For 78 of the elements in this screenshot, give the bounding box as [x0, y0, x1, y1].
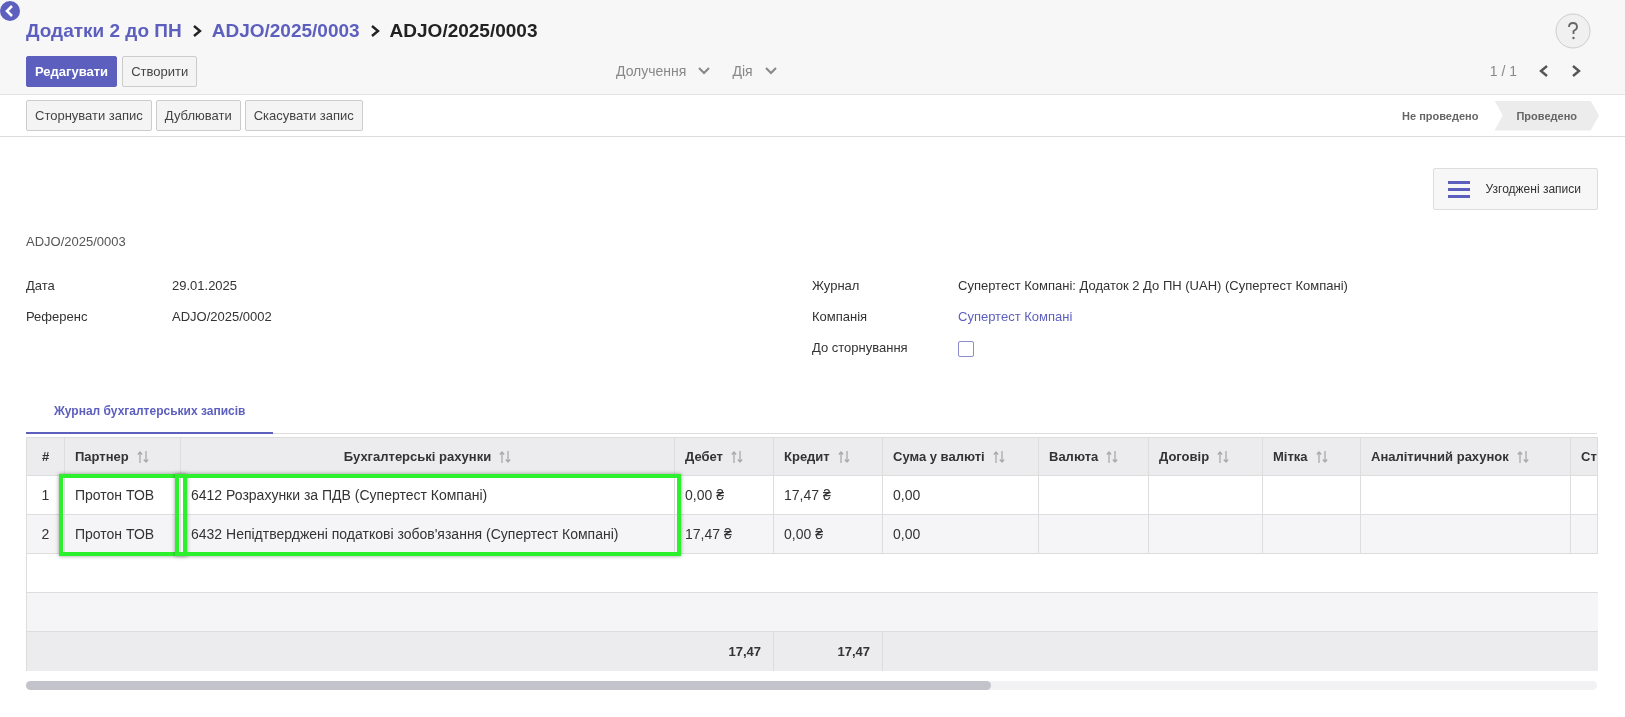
sort-icon[interactable]: [730, 449, 743, 464]
action-button[interactable]: Сторнувати запис: [26, 100, 152, 131]
horizontal-scrollbar[interactable]: [26, 681, 1597, 690]
table-cell: 0,00 ₴: [675, 476, 774, 515]
column-header[interactable]: Аналітичний рахунок: [1361, 437, 1571, 476]
field-label: До сторнування: [812, 339, 909, 357]
column-title: Дебет: [685, 449, 723, 464]
sort-icon[interactable]: [1315, 449, 1328, 464]
column-header[interactable]: Кредит: [774, 437, 883, 476]
edit-button[interactable]: Редагувати: [26, 55, 118, 87]
action-button[interactable]: Дублювати: [155, 100, 241, 131]
pager-text: 1 / 1: [1489, 63, 1517, 79]
chevron-right-icon[interactable]: [1571, 65, 1581, 77]
back-icon[interactable]: [0, 1, 20, 21]
table-cell: 0,00: [883, 515, 1039, 554]
chevron-right-icon: [191, 25, 202, 37]
field-value: Супертест Компані: Додаток 2 До ПН (UAH) (Супертест Компані): [958, 277, 1349, 295]
total-cell: 17,47: [774, 632, 883, 671]
sort-icon[interactable]: [1516, 449, 1529, 464]
create-button[interactable]: Створити: [122, 55, 198, 87]
sort-icon[interactable]: [136, 449, 149, 464]
field-value: 29.01.2025: [172, 277, 239, 295]
caret-icon: [698, 67, 711, 75]
column-header[interactable]: Договір: [1149, 437, 1263, 476]
field-label: Журнал: [812, 277, 861, 295]
table-cell: 6412 Розрахунки за ПДВ (Супертест Компані): [181, 476, 675, 515]
help-icon[interactable]: [1555, 13, 1591, 49]
breadcrumb-link[interactable]: ADJO/2025/0003: [211, 20, 360, 42]
breadcrumb-link[interactable]: Додатки 2 до ПН: [26, 20, 182, 42]
field-label: Компанія: [812, 308, 869, 326]
chevron-right-icon: [369, 25, 380, 37]
column-header[interactable]: Бухгалтерські рахунки: [181, 437, 675, 476]
table-cell: Протон ТОВ: [65, 476, 181, 515]
field-label: Дата: [26, 277, 56, 295]
company-link[interactable]: Супертест Компані: [958, 307, 1625, 327]
sort-icon[interactable]: [837, 449, 850, 464]
column-header[interactable]: Дебет: [675, 437, 774, 476]
table-cell: 6432 Непідтверджені податкові зобов'язання (Супертест Компані): [181, 515, 675, 554]
column-title: Кредит: [784, 449, 830, 464]
column-title: Партнер: [75, 449, 129, 464]
table-cell: 17,47 ₴: [675, 515, 774, 554]
field-value: ADJO/2025/0002: [172, 308, 273, 326]
sort-icon[interactable]: [499, 449, 512, 464]
tab[interactable]: Журнал бухгалтерських записів: [26, 392, 274, 434]
checkbox[interactable]: [958, 340, 974, 357]
table-cell: 0,00 ₴: [774, 515, 883, 554]
column-header[interactable]: Сума у валюті: [883, 437, 1039, 476]
total-cell: 17,47: [675, 632, 774, 671]
column-header[interactable]: Валюта: [1039, 437, 1149, 476]
record-name: ADJO/2025/0003: [26, 234, 127, 251]
table-cell: 17,47 ₴: [774, 476, 883, 515]
column-title: #: [41, 449, 50, 464]
column-header[interactable]: Ст: [1571, 437, 1598, 476]
column-title: Бухгалтерські рахунки: [343, 449, 492, 464]
field-label: Референс: [26, 308, 89, 326]
caret-icon: [764, 67, 777, 75]
list-icon: [1447, 180, 1470, 198]
column-header[interactable]: Мітка: [1263, 437, 1361, 476]
column-title: Валюта: [1049, 449, 1099, 464]
reconciled-entries-button[interactable]: Узгоджені записи: [1432, 168, 1598, 210]
column-title: Аналітичний рахунок: [1371, 449, 1509, 464]
table-cell: Протон ТОВ: [65, 515, 181, 554]
column-title: Ст: [1581, 449, 1597, 464]
sort-icon[interactable]: [1106, 449, 1119, 464]
sort-icon[interactable]: [1217, 449, 1230, 464]
column-title: Договір: [1159, 449, 1210, 464]
sort-icon[interactable]: [992, 449, 1005, 464]
column-title: Сума у валюті: [893, 449, 985, 464]
table-cell: 0,00: [883, 476, 1039, 515]
column-header[interactable]: #: [27, 437, 65, 476]
column-header[interactable]: Партнер: [65, 437, 181, 476]
status-step[interactable]: Не проведено: [1386, 100, 1495, 131]
column-title: Мітка: [1273, 449, 1308, 464]
footer-cell: [1571, 632, 1598, 671]
action-button[interactable]: Скасувати запис: [244, 100, 363, 131]
breadcrumb-current: ADJO/2025/0003: [389, 20, 538, 42]
chevron-left-icon[interactable]: [1539, 65, 1549, 77]
status-step[interactable]: Проведено: [1494, 100, 1599, 131]
